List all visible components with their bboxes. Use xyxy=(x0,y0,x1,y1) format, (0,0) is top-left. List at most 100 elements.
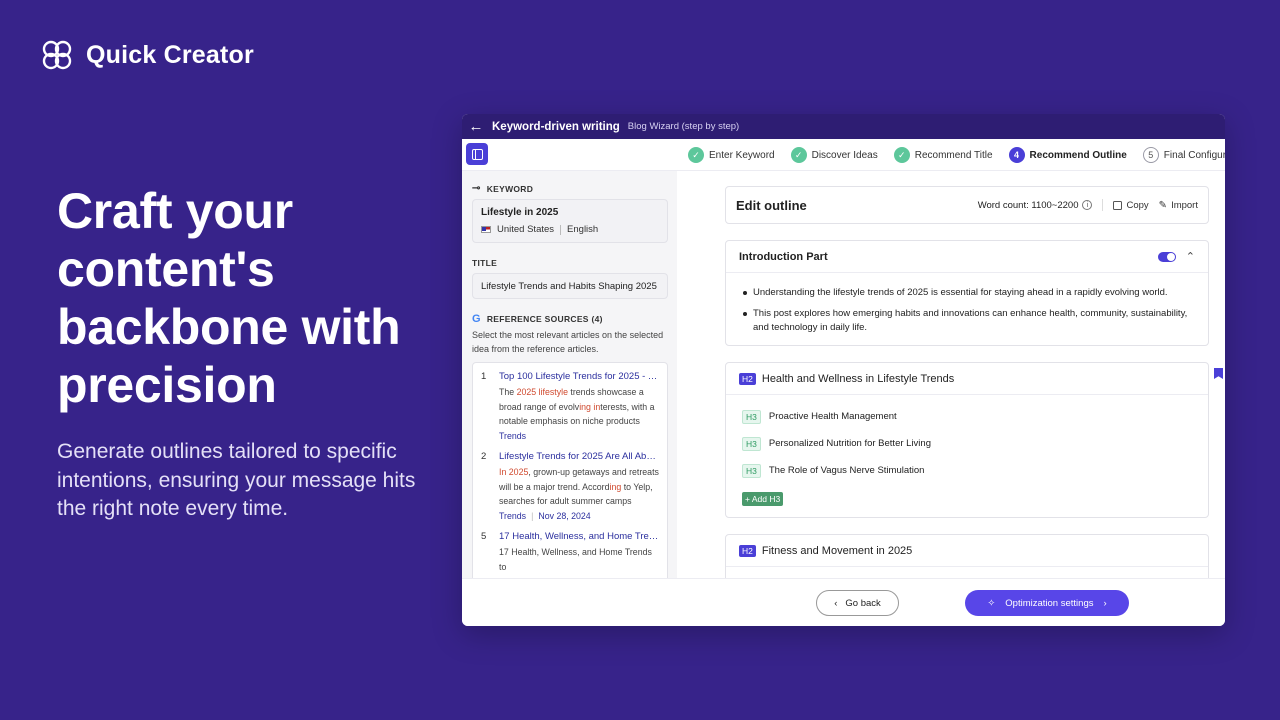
h3-item[interactable]: H3 Personalized Nutrition for Better Livi… xyxy=(742,430,1192,457)
info-icon[interactable]: i xyxy=(1082,200,1093,210)
intro-bullet: Understanding the lifestyle trends of 20… xyxy=(743,286,1200,300)
window-subtitle: Blog Wizard (step by step) xyxy=(627,121,740,132)
h2-section-header[interactable]: H2 Health and Wellness in Lifestyle Trend… xyxy=(726,363,1208,395)
stepper: ✓ Enter Keyword ✓ Discover Ideas ✓ Recommend … xyxy=(688,139,1225,171)
hero-subtext: Generate outlines tailored to specific i… xyxy=(57,440,416,520)
h2-section-card: H2 Health and Wellness in Lifestyle Trend… xyxy=(725,362,1209,518)
step-label: Recommend Outline xyxy=(1029,149,1127,161)
keyword-value: Lifestyle in 2025 xyxy=(481,207,559,218)
reference-tags: Trends xyxy=(499,431,659,441)
brand-name: Quick Creator xyxy=(86,40,254,69)
intro-bullets: Understanding the lifestyle trends of 20… xyxy=(726,273,1208,345)
divider xyxy=(560,224,562,235)
h3-item[interactable]: H3 The Role of Vagus Nerve Stimulation xyxy=(742,457,1192,484)
h3-list: H3 Proactive Health Management H3 Personali… xyxy=(726,395,1208,517)
keyword-box[interactable]: Lifestyle in 2025 United States English xyxy=(472,199,668,243)
h3-list xyxy=(726,567,1208,578)
snippet-text: 17 Health, Wellness, and Home Trends to xyxy=(499,547,652,572)
step-4[interactable]: 4 Recommend Outline xyxy=(1008,147,1127,163)
refs-label: REFERENCE SOURCES (4) xyxy=(486,314,603,324)
refs-section-label: G REFERENCE SOURCES (4) xyxy=(472,313,667,325)
reference-title[interactable]: Lifestyle Trends for 2025 Are All Abo... xyxy=(499,451,659,462)
keyword-label: KEYWORD xyxy=(486,183,534,194)
snippet-text: The xyxy=(499,387,517,397)
left-panel: ⊸ KEYWORD Lifestyle in 2025 United State… xyxy=(462,171,677,578)
optimization-settings-label: Optimization settings xyxy=(1005,597,1094,609)
title-section-label: TITLE xyxy=(472,258,667,268)
reference-body: Lifestyle Trends for 2025 Are All Abo...… xyxy=(499,451,659,521)
reference-title[interactable]: 17 Health, Wellness, and Home Tren... xyxy=(499,531,659,542)
import-button[interactable]: ✎ Import xyxy=(1159,200,1198,211)
h3-tag: H3 xyxy=(742,436,761,451)
reference-item[interactable]: 5 17 Health, Wellness, and Home Tren... 17… xyxy=(481,531,659,578)
go-back-button[interactable]: ‹ Go back xyxy=(816,590,899,616)
step-number: 4 xyxy=(1008,147,1025,163)
edit-outline-header: Edit outline Word count: 1100~2200 i Cop… xyxy=(725,186,1209,224)
keyword-highlight: ing xyxy=(579,401,591,412)
step-label: Enter Keyword xyxy=(709,149,775,161)
reference-title[interactable]: Top 100 Lifestyle Trends for 2025 - T... xyxy=(499,371,659,382)
chevron-up-icon[interactable]: ⌃ xyxy=(1186,250,1195,263)
reference-tags: Trends | Nov 28, 2024 xyxy=(499,511,659,521)
key-icon: ⊸ xyxy=(472,183,481,194)
back-arrow-icon[interactable]: ← xyxy=(468,118,484,135)
keyword-highlight: In 2025 xyxy=(499,467,529,477)
reference-snippet: In 2025, grown-up getaways and retreats … xyxy=(499,465,659,508)
title-box[interactable]: Lifestyle Trends and Habits Shaping 2025 xyxy=(472,273,668,299)
chevron-right-icon: › xyxy=(1103,597,1107,609)
sidebar-toggle-button[interactable] xyxy=(466,143,488,165)
h3-title[interactable]: Proactive Health Management xyxy=(769,411,897,422)
clover-logo-icon xyxy=(42,40,72,70)
h2-tag: H2 xyxy=(739,372,756,385)
step-label: Discover Ideas xyxy=(811,149,878,161)
edit-outline-title: Edit outline xyxy=(736,197,807,213)
step-2[interactable]: ✓ Discover Ideas xyxy=(790,147,878,163)
google-icon: G xyxy=(472,313,481,325)
add-h3-button[interactable]: + Add H3 xyxy=(742,492,784,506)
h3-tag: H3 xyxy=(742,409,761,424)
intro-card: Introduction Part ⌃ Understanding the li… xyxy=(725,240,1209,346)
step-5[interactable]: 5 Final Configuration xyxy=(1142,147,1225,163)
footer-bar: ‹ Go back ✧ Optimization settings › xyxy=(462,578,1225,626)
optimization-settings-button[interactable]: ✧ Optimization settings › xyxy=(965,590,1129,616)
h3-item[interactable]: H3 Proactive Health Management xyxy=(742,403,1192,430)
chevron-left-icon: ‹ xyxy=(834,597,838,609)
reference-tag: Trends xyxy=(499,511,527,521)
window-titlebar: ← Keyword-driven writing Blog Wizard (st… xyxy=(462,114,1225,139)
go-back-label: Go back xyxy=(845,597,881,609)
check-icon: ✓ xyxy=(893,147,910,163)
us-flag-icon xyxy=(481,226,491,233)
keyword-section-label: ⊸ KEYWORD xyxy=(472,183,667,194)
bookmark-icon[interactable] xyxy=(1214,368,1223,379)
h2-title[interactable]: Health and Wellness in Lifestyle Trends xyxy=(762,373,954,385)
hero: Craft your content's backbone with preci… xyxy=(57,182,437,524)
step-number: 5 xyxy=(1142,147,1159,163)
reference-number: 5 xyxy=(481,531,487,542)
h2-section-header[interactable]: H2 Fitness and Movement in 2025 xyxy=(726,535,1208,567)
refs-description: Select the most relevant articles on the… xyxy=(472,330,664,354)
h2-title[interactable]: Fitness and Movement in 2025 xyxy=(762,545,912,557)
sidebar-icon xyxy=(471,148,483,160)
keyword-highlight: ing xyxy=(609,481,622,492)
reference-item[interactable]: 2 Lifestyle Trends for 2025 Are All Abo..… xyxy=(481,451,659,521)
import-label: Import xyxy=(1171,199,1198,211)
step-3[interactable]: ✓ Recommend Title xyxy=(893,147,993,163)
outline-sections: H2 Health and Wellness in Lifestyle Trend… xyxy=(725,362,1209,578)
step-label: Recommend Title xyxy=(914,149,993,161)
reference-number: 2 xyxy=(481,451,487,462)
reference-item[interactable]: 1 Top 100 Lifestyle Trends for 2025 - T..… xyxy=(481,371,659,441)
app-window: ← Keyword-driven writing Blog Wizard (st… xyxy=(462,114,1225,626)
reference-snippet: The 2025 lifestyle trends showcase a bro… xyxy=(499,385,659,428)
brand: Quick Creator xyxy=(40,38,254,72)
intro-toggle[interactable] xyxy=(1157,251,1176,262)
h3-tag: H3 xyxy=(742,463,761,478)
step-bar: ✓ Enter Keyword ✓ Discover Ideas ✓ Recommend … xyxy=(462,139,1225,171)
h3-title[interactable]: Personalized Nutrition for Better Living xyxy=(769,438,931,449)
copy-icon xyxy=(1113,200,1123,210)
h3-title[interactable]: The Role of Vagus Nerve Stimulation xyxy=(769,465,925,476)
intro-title: Introduction Part xyxy=(739,250,828,263)
country-value: United States xyxy=(497,224,555,235)
step-1[interactable]: ✓ Enter Keyword xyxy=(688,147,775,163)
copy-button[interactable]: Copy xyxy=(1113,200,1149,211)
window-title: Keyword-driven writing xyxy=(492,120,620,133)
